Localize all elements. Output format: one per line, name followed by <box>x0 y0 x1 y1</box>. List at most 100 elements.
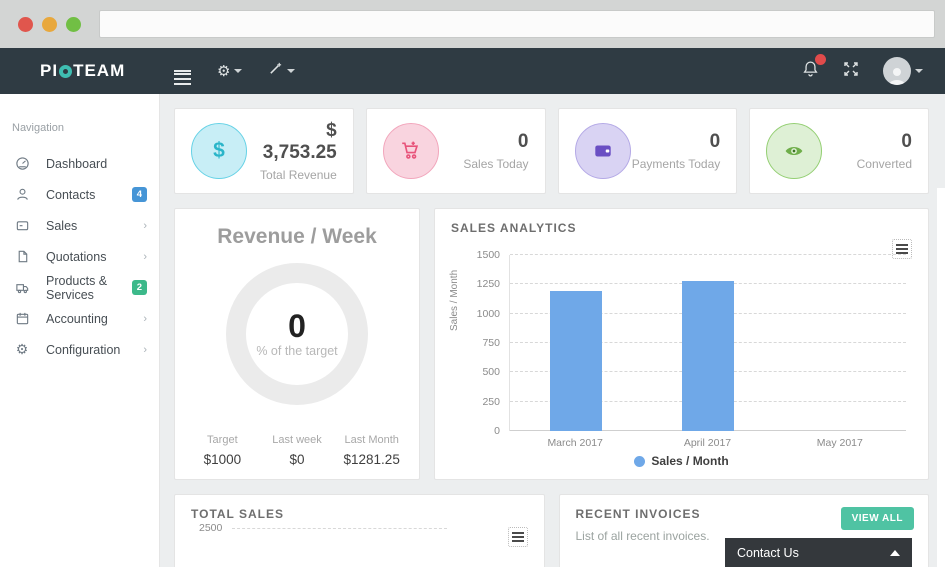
fullscreen-button[interactable] <box>843 61 859 82</box>
sidebar-header: Navigation <box>12 122 64 134</box>
gridline: 1500 <box>477 249 906 261</box>
total-sales-ytick: 2500 <box>199 522 223 534</box>
right-gutter <box>937 188 945 567</box>
sidebar-item-sales[interactable]: Sales › <box>0 210 159 241</box>
window-controls <box>18 16 81 32</box>
target-value: $1000 <box>203 452 242 467</box>
revenue-week-title: Revenue / Week <box>217 225 377 248</box>
avatar <box>883 57 911 85</box>
settings-dropdown[interactable]: ⚙ <box>217 62 243 80</box>
products-icon <box>14 280 30 296</box>
sales-analytics-card: SALES ANALYTICS Sales / Month 0 250 500 750… <box>434 208 929 480</box>
last-month-value: $1281.25 <box>343 452 400 467</box>
sidebar-item-label: Products & Services <box>46 273 108 302</box>
stat-label: Total Revenue <box>260 168 337 182</box>
chevron-down-icon <box>234 69 243 73</box>
stat-label: Sales Today <box>463 157 529 171</box>
notification-badge <box>815 53 826 65</box>
tools-dropdown[interactable] <box>268 61 296 81</box>
stat-card-total-revenue: $ $ 3,753.25 Total Revenue <box>174 108 354 194</box>
y-tick-label: 1250 <box>476 278 500 291</box>
wallet-icon <box>574 123 631 179</box>
gauge-value: 0 <box>288 308 306 344</box>
chart-legend: Sales / Month <box>451 454 912 468</box>
revenue-gauge: 0 % of the target <box>226 263 368 405</box>
sales-icon <box>14 218 30 234</box>
sidebar-item-products-services[interactable]: Products & Services 2 <box>0 272 159 303</box>
chart-bar[interactable] <box>549 291 602 431</box>
notifications-button[interactable] <box>802 53 826 83</box>
y-tick-label: 500 <box>482 366 500 379</box>
sidebar-item-label: Sales <box>46 218 78 233</box>
dollar-icon: $ <box>191 123 247 179</box>
hamburger-icon <box>174 70 191 85</box>
contact-us-bar[interactable]: Contact Us <box>725 538 912 567</box>
contacts-count-badge: 4 <box>131 187 147 202</box>
gridline <box>232 527 448 529</box>
logo-text-post: TEAM <box>73 61 126 80</box>
chevron-right-icon: › <box>143 343 147 356</box>
main-content: $ $ 3,753.25 Total Revenue 0 Sales Today <box>160 94 945 567</box>
target-label: Target <box>207 434 238 446</box>
cart-icon <box>382 123 439 179</box>
url-bar[interactable] <box>99 10 935 38</box>
top-navbar: PI TEAM ⚙ <box>0 48 945 94</box>
sidebar-item-configuration[interactable]: ⚙ Configuration › <box>0 334 159 365</box>
sidebar-item-accounting[interactable]: Accounting › <box>0 303 159 334</box>
x-tick-label: March 2017 <box>547 437 603 449</box>
sidebar-item-contacts[interactable]: Contacts 4 <box>0 179 159 210</box>
revenue-week-card: Revenue / Week 0 % of the target Target … <box>174 208 420 480</box>
minimize-window-button[interactable] <box>42 16 57 32</box>
sidebar-item-dashboard[interactable]: Dashboard <box>0 148 159 179</box>
total-sales-card: TOTAL SALES 2500 <box>174 494 545 567</box>
gear-icon: ⚙ <box>217 63 231 80</box>
chevron-down-icon <box>915 69 923 73</box>
maximize-window-button[interactable] <box>66 16 81 32</box>
sidebar: Navigation Dashboard Contacts 4 Sales › <box>0 94 160 567</box>
gauge-label: % of the target <box>256 344 338 358</box>
chevron-right-icon: › <box>143 312 147 325</box>
last-month-label: Last Month <box>344 434 399 446</box>
chart-menu-button[interactable] <box>507 527 528 547</box>
sidebar-item-label: Quotations <box>46 249 107 264</box>
logo-text-pre: PI <box>40 61 59 80</box>
contact-us-label: Contact Us <box>737 545 799 560</box>
last-week-label: Last week <box>272 434 322 446</box>
app-logo[interactable]: PI TEAM <box>0 61 160 81</box>
stat-value: $ 3,753.25 <box>262 120 337 163</box>
last-week-value: $0 <box>289 452 305 467</box>
y-axis-label: Sales / Month <box>449 269 460 331</box>
y-tick-label: 250 <box>482 395 500 408</box>
fullscreen-icon <box>844 61 858 76</box>
configuration-icon: ⚙ <box>15 341 29 357</box>
contacts-icon <box>14 187 30 203</box>
y-tick-label: 1000 <box>476 307 500 320</box>
sidebar-item-label: Accounting <box>46 311 108 326</box>
logo-ring-icon <box>59 64 73 78</box>
view-all-button[interactable]: VIEW ALL <box>840 507 914 530</box>
chevron-down-icon <box>287 69 296 73</box>
stat-card-payments-today: 0 Payments Today <box>557 108 738 194</box>
browser-chrome <box>0 0 945 48</box>
x-tick-label: April 2017 <box>683 437 732 449</box>
stat-value: 0 <box>709 131 721 152</box>
eye-icon <box>766 123 823 179</box>
x-tick-label: May 2017 <box>816 437 863 449</box>
close-window-button[interactable] <box>18 16 33 32</box>
sales-analytics-chart: Sales / Month 0 250 500 750 1000 1250 1500 Mar… <box>449 249 912 468</box>
stat-card-converted: 0 Converted <box>749 108 929 194</box>
sidebar-toggle-button[interactable] <box>174 67 191 85</box>
dashboard-icon <box>14 156 30 172</box>
y-tick-label: 1500 <box>476 249 500 261</box>
chevron-up-icon <box>890 549 900 556</box>
chart-bar[interactable] <box>682 280 734 431</box>
sidebar-item-label: Contacts <box>46 187 96 202</box>
products-count-badge: 2 <box>131 280 147 295</box>
stat-card-sales-today: 0 Sales Today <box>365 108 546 194</box>
user-menu[interactable] <box>883 57 923 85</box>
quotations-icon <box>14 249 30 265</box>
sidebar-item-quotations[interactable]: Quotations › <box>0 241 159 272</box>
stat-value: 0 <box>517 131 529 152</box>
sales-analytics-title: SALES ANALYTICS <box>451 221 577 235</box>
legend-dot-icon <box>634 455 646 467</box>
